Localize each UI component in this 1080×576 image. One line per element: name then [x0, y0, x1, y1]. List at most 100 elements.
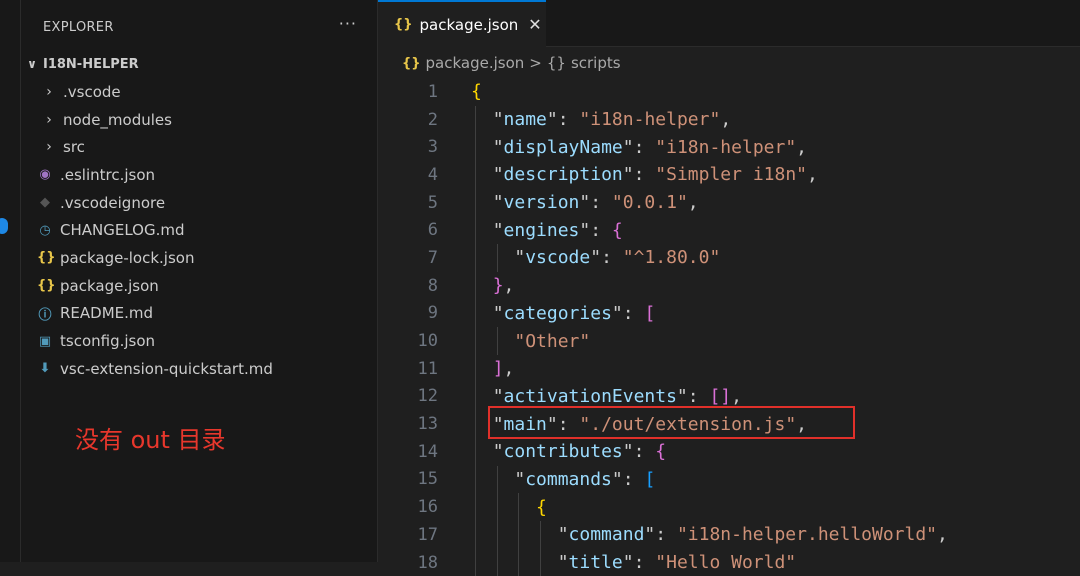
tree-item[interactable]: {} package.json [21, 272, 377, 300]
tree-item[interactable]: ▣ tsconfig.json [21, 327, 377, 355]
tree-item-label: src [63, 138, 85, 157]
code-line: 17 " command ": "i18n-helper.helloWorld", [378, 521, 1080, 549]
code-token: : [687, 385, 710, 407]
code-token: ] [492, 358, 504, 380]
indent-guide [518, 493, 520, 521]
tree-item-label: package-lock.json [60, 248, 195, 267]
code-editor[interactable]: 1{2 " name ": "i18n-helper", 3 " displayName… [378, 78, 1080, 576]
code-token: { [536, 496, 547, 518]
indent-guide [518, 521, 520, 549]
more-actions-button[interactable]: ··· [339, 14, 357, 33]
accounts-badge-icon[interactable] [0, 218, 8, 234]
line-number: 12 [417, 386, 438, 407]
code-token: " [492, 136, 504, 158]
activity-bar [0, 0, 21, 562]
code-token: command [568, 524, 645, 546]
indent-guide [496, 493, 498, 521]
editor-tab-bar: {} package.json ✕ [378, 0, 1080, 47]
tree-item-label: vsc-extension-quickstart.md [60, 359, 273, 378]
tree-item-label: .vscode [63, 82, 121, 101]
explorer-sidebar: EXPLORER ··· ∨ I18N-HELPER › .vscode › node… [21, 0, 378, 562]
code-token: title [568, 552, 623, 574]
indent-guide [540, 548, 542, 576]
code-line: 2 " name ": "i18n-helper", [378, 105, 1080, 134]
tree-item[interactable]: › .vscode [21, 78, 377, 106]
code-token: "i18n-helper" [579, 109, 721, 131]
code-line: 15 " commands ": [ [378, 465, 1080, 494]
code-token: , [807, 164, 818, 186]
code-token: : [633, 136, 656, 158]
code-token: "Other" [514, 330, 591, 352]
line-number: 18 [417, 552, 438, 573]
breadcrumb-separator-icon: > [529, 54, 542, 72]
tree-item-label: tsconfig.json [60, 332, 156, 351]
line-number: 9 [427, 303, 438, 324]
code-line: 10 "Other" [378, 327, 1080, 355]
tree-item[interactable]: › node_modules [21, 106, 377, 134]
code-token: "i18n-helper" [655, 136, 797, 158]
tree-item[interactable]: › src [21, 133, 377, 161]
vscodeignore-icon: ◆ [40, 195, 50, 211]
indent-guide [475, 244, 476, 272]
line-number: 4 [427, 164, 438, 185]
code-token: : [590, 192, 612, 214]
code-token: : [633, 164, 656, 186]
code-token: engines [503, 219, 580, 241]
code-line: 5 " version ": "0.0.1", [378, 188, 1080, 217]
indent-guide [475, 437, 476, 466]
code-token: " [492, 385, 504, 407]
code-token: " [492, 441, 504, 463]
code-token: : [601, 247, 623, 269]
indent-guide [475, 188, 476, 217]
tab-package-json[interactable]: {} package.json ✕ [378, 0, 546, 47]
breadcrumb-file[interactable]: package.json [426, 54, 525, 72]
code-token: : [655, 524, 677, 546]
chevron-right-icon: › [46, 83, 52, 100]
indent-guide [496, 465, 498, 494]
workspace-root-folder[interactable]: ∨ I18N-HELPER [21, 53, 139, 75]
line-number: 8 [427, 275, 438, 296]
code-token: [ [644, 302, 656, 324]
line-number: 1 [427, 81, 438, 102]
tree-item[interactable]: ◷ CHANGELOG.md [21, 216, 377, 244]
code-line: 1{ [378, 78, 1080, 106]
code-token: version [503, 192, 580, 214]
indent-guide [540, 521, 542, 549]
tree-item-label: .vscodeignore [60, 193, 166, 212]
tree-item[interactable]: {} package-lock.json [21, 244, 377, 272]
code-token: " [546, 109, 558, 131]
code-token: " [579, 192, 591, 214]
code-token: " [514, 247, 526, 269]
code-token: , [720, 109, 732, 131]
indent-guide [496, 327, 498, 355]
eslint-icon: ◉ [39, 167, 51, 183]
code-token: " [492, 164, 504, 186]
tree-item-label: package.json [60, 276, 159, 295]
tree-item[interactable]: ⬇ vsc-extension-quickstart.md [21, 355, 377, 383]
tree-item-label: README.md [60, 304, 154, 323]
code-token: : [590, 219, 612, 241]
tree-item[interactable]: ◉ .eslintrc.json [21, 161, 377, 189]
code-token: [] [709, 385, 732, 407]
indent-guide [475, 354, 476, 383]
code-token: " [579, 219, 591, 241]
explorer-title: EXPLORER [43, 20, 114, 35]
breadcrumb-symbol[interactable]: scripts [571, 54, 621, 72]
tree-item-label: CHANGELOG.md [60, 221, 185, 240]
code-token: displayName [503, 136, 623, 158]
close-icon[interactable]: ✕ [528, 15, 541, 34]
file-tree: › .vscode › node_modules › src ◉ .eslintrc.json… [21, 78, 377, 383]
code-token: : [557, 109, 580, 131]
json-icon: {} [37, 278, 56, 294]
line-number: 2 [427, 109, 438, 130]
indent-guide [475, 133, 476, 162]
tree-item[interactable]: ◆ .vscodeignore [21, 189, 377, 217]
code-token: { [611, 219, 623, 241]
tree-item[interactable]: ⓘ README.md [21, 300, 377, 328]
code-token: "0.0.1" [611, 192, 688, 214]
